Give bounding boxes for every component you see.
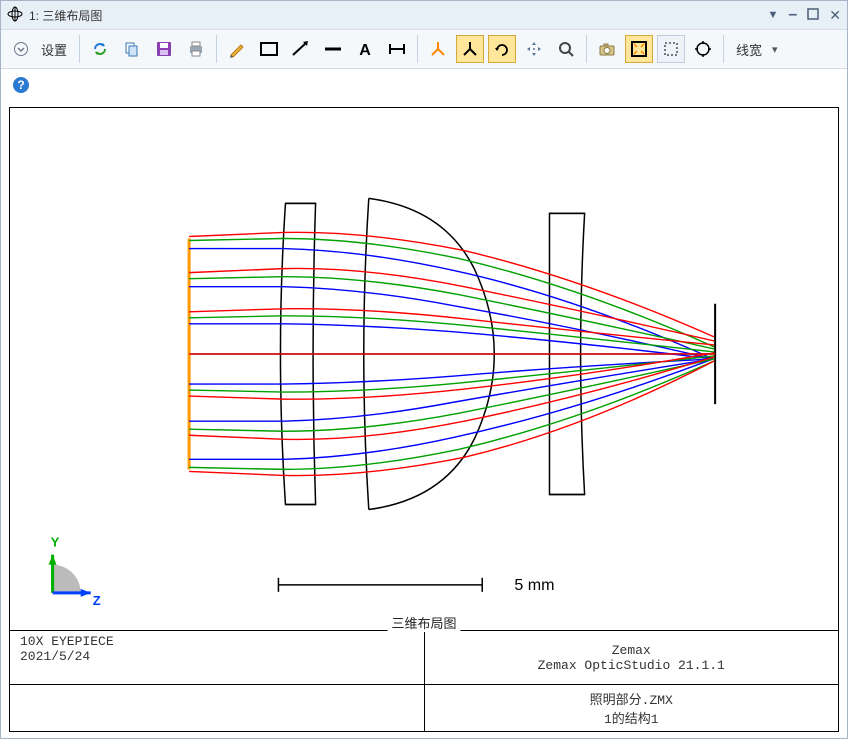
sub-toolbar: ? (1, 69, 847, 101)
app-icon (7, 6, 23, 25)
camera-button[interactable] (593, 35, 621, 63)
svg-text:?: ? (17, 78, 24, 92)
footer-config: 1的结构1 (435, 708, 829, 727)
target-button[interactable] (689, 35, 717, 63)
settings-chevron-icon[interactable] (7, 35, 35, 63)
rotate-button[interactable] (488, 35, 516, 63)
plot-caption: 三维布局图 (387, 613, 460, 632)
arrow-tool-button[interactable] (287, 35, 315, 63)
line-width-label[interactable]: 线宽 (730, 40, 768, 59)
toolbar: 设置 A (1, 29, 847, 69)
plot[interactable]: 5 mm Y Z (10, 108, 838, 630)
copy-button[interactable] (118, 35, 146, 63)
title-bar: 1: 三维布局图 ▼ – ✕ (1, 1, 847, 29)
crop-button[interactable] (657, 35, 685, 63)
settings-label[interactable]: 设置 (39, 40, 73, 59)
axis-black-button[interactable] (456, 35, 484, 63)
save-button[interactable] (150, 35, 178, 63)
maximize-button[interactable] (807, 8, 819, 23)
footer-row-1: 10X EYEPIECE 2021/5/24 Zemax Zemax Optic… (10, 630, 838, 685)
footer-bottom-left (10, 685, 424, 731)
footer-file: 照明部分.ZMX (435, 689, 829, 708)
footer-left-cell: 10X EYEPIECE 2021/5/24 (10, 630, 424, 685)
print-button[interactable] (182, 35, 210, 63)
footer-design-name: 10X EYEPIECE (20, 634, 414, 649)
line-tool-button[interactable] (319, 35, 347, 63)
footer-vendor: Zemax (435, 643, 829, 658)
fit-window-button[interactable] (625, 35, 653, 63)
pan-button[interactable] (520, 35, 548, 63)
window-title: 1: 三维布局图 (29, 7, 102, 24)
refresh-button[interactable] (86, 35, 114, 63)
dropdown-icon[interactable]: ▼ (767, 9, 778, 21)
footer-bottom-right: 照明部分.ZMX 1的结构1 (424, 685, 839, 731)
chevron-down-icon[interactable]: ▾ (772, 43, 778, 56)
minimize-button[interactable]: – (788, 6, 797, 24)
svg-text:A: A (359, 42, 371, 58)
axis-z-label: Z (93, 593, 101, 608)
scale-label: 5 mm (514, 576, 554, 594)
footer-right-cell: Zemax Zemax OpticStudio 21.1.1 (424, 630, 839, 685)
dimension-tool-button[interactable] (383, 35, 411, 63)
canvas-area: 5 mm Y Z 三维布局图 10X (1, 101, 847, 738)
footer-software: Zemax OpticStudio 21.1.1 (435, 658, 829, 673)
rectangle-tool-button[interactable] (255, 35, 283, 63)
axis-y-label: Y (51, 535, 60, 550)
close-button[interactable]: ✕ (829, 7, 841, 24)
pencil-icon[interactable] (223, 35, 251, 63)
app-window: 1: 三维布局图 ▼ – ✕ 设置 (0, 0, 848, 739)
axis-orange-button[interactable] (424, 35, 452, 63)
canvas-frame: 5 mm Y Z 三维布局图 10X (9, 107, 839, 732)
footer-row-2: 照明部分.ZMX 1的结构1 (10, 685, 838, 731)
zoom-button[interactable] (552, 35, 580, 63)
help-button[interactable]: ? (7, 71, 35, 99)
text-tool-button[interactable]: A (351, 35, 379, 63)
footer-date: 2021/5/24 (20, 649, 414, 664)
